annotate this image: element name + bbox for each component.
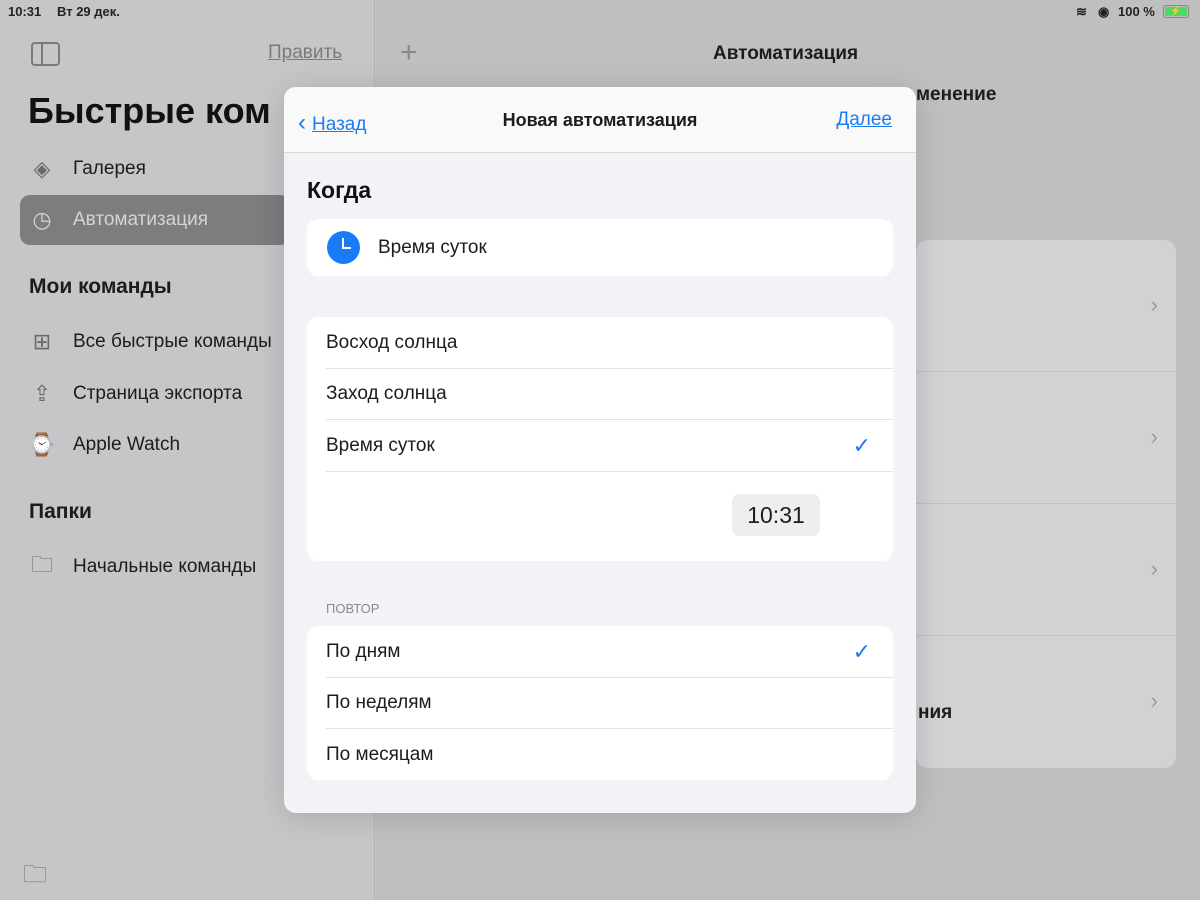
chevron-right-icon: › xyxy=(1150,424,1158,449)
partial-heading: менение xyxy=(916,84,997,105)
row-text: ния xyxy=(918,702,953,723)
my-commands-header: Мои команды xyxy=(29,275,172,298)
modal-header: ‹ Назад Новая автоматизация Далее xyxy=(284,87,916,153)
sidebar-item-all-shortcuts[interactable]: ⊞ Все быстрые команды xyxy=(20,317,290,367)
automation-row[interactable]: › xyxy=(916,372,1176,504)
option-time-of-day[interactable]: Время суток ✓ xyxy=(307,420,893,472)
sidebar-title: Быстрые ком xyxy=(28,90,271,131)
status-time: 10:31 xyxy=(8,4,42,19)
time-picker[interactable]: 10:31 xyxy=(732,494,820,536)
chevron-right-icon: › xyxy=(1150,688,1158,713)
sidebar-toggle-icon[interactable] xyxy=(31,42,60,66)
repeat-options: По дням ✓ По неделям По месяцам xyxy=(307,626,893,780)
watch-icon: ⌚ xyxy=(28,432,56,457)
edit-button[interactable]: Править xyxy=(268,42,342,64)
sidebar-item-label: Начальные команды xyxy=(73,556,257,577)
sidebar-item-apple-watch[interactable]: ⌚ Apple Watch xyxy=(20,420,290,470)
status-date: Вт 29 дек. xyxy=(57,4,120,19)
sidebar-item-label: Apple Watch xyxy=(73,434,181,455)
option-label: Восход солнца xyxy=(326,331,458,353)
chevron-right-icon: › xyxy=(1150,292,1158,317)
option-label: По неделям xyxy=(326,692,432,714)
layers-icon: ◈ xyxy=(33,156,51,181)
automation-row[interactable]: ния › xyxy=(916,636,1176,768)
wifi-icon: ≋ xyxy=(1076,4,1087,19)
checkmark-icon: ✓ xyxy=(852,432,871,458)
sidebar-item-label: Галерея xyxy=(73,158,146,179)
repeat-daily[interactable]: По дням ✓ xyxy=(307,626,893,678)
sidebar-item-share-sheet[interactable]: ⇪ Страница экспорта xyxy=(20,369,290,419)
option-label: По месяцам xyxy=(326,743,434,765)
clock-icon: ◷ xyxy=(32,207,52,232)
next-button[interactable]: Далее xyxy=(836,109,892,131)
sidebar-item-starter-folder[interactable]: 🗀 Начальные команды xyxy=(20,542,290,592)
automation-list: › › › ния › xyxy=(916,240,1176,768)
chevron-right-icon: › xyxy=(1150,556,1158,581)
clock-icon xyxy=(327,231,360,264)
sidebar-item-automation[interactable]: ◷ Автоматизация xyxy=(20,195,290,245)
when-header: Когда xyxy=(307,177,372,203)
share-icon: ⇪ xyxy=(32,381,52,406)
orientation-lock-icon: ◉ xyxy=(1098,4,1110,19)
folder-icon: 🗀 xyxy=(30,552,53,577)
sidebar-item-label: Все быстрые команды xyxy=(73,331,272,352)
option-sunset[interactable]: Заход солнца xyxy=(307,369,893,421)
time-options: Восход солнца Заход солнца Время суток ✓ … xyxy=(307,317,893,561)
modal-title: Новая автоматизация xyxy=(502,110,698,130)
battery-icon: ⚡ xyxy=(1163,5,1189,18)
option-sunrise[interactable]: Восход солнца xyxy=(307,317,893,369)
repeat-weekly[interactable]: По неделям xyxy=(307,678,893,730)
option-label: По дням xyxy=(326,640,401,662)
grid-icon: ⊞ xyxy=(32,329,52,354)
new-folder-icon[interactable]: 🗀 xyxy=(23,857,47,898)
sidebar-item-gallery[interactable]: ◈ Галерея xyxy=(20,144,290,194)
automation-row[interactable]: › xyxy=(916,240,1176,372)
repeat-header: ПОВТОР xyxy=(326,601,380,616)
automation-row[interactable]: › xyxy=(916,504,1176,636)
main-title: Автоматизация xyxy=(713,43,859,64)
option-label: Время суток xyxy=(326,434,435,456)
trigger-label: Время суток xyxy=(378,236,487,258)
folders-header: Папки xyxy=(29,500,92,523)
repeat-monthly[interactable]: По месяцам xyxy=(307,729,893,780)
battery-percent: 100 % xyxy=(1118,4,1155,19)
sidebar-item-label: Страница экспорта xyxy=(73,383,243,404)
new-automation-modal: ‹ Назад Новая автоматизация Далее Когда В… xyxy=(284,87,916,813)
add-icon[interactable]: + xyxy=(400,36,418,70)
sidebar-item-label: Автоматизация xyxy=(73,209,208,230)
option-label: Заход солнца xyxy=(326,383,447,405)
trigger-summary[interactable]: Время суток xyxy=(307,219,893,276)
checkmark-icon: ✓ xyxy=(852,638,871,664)
